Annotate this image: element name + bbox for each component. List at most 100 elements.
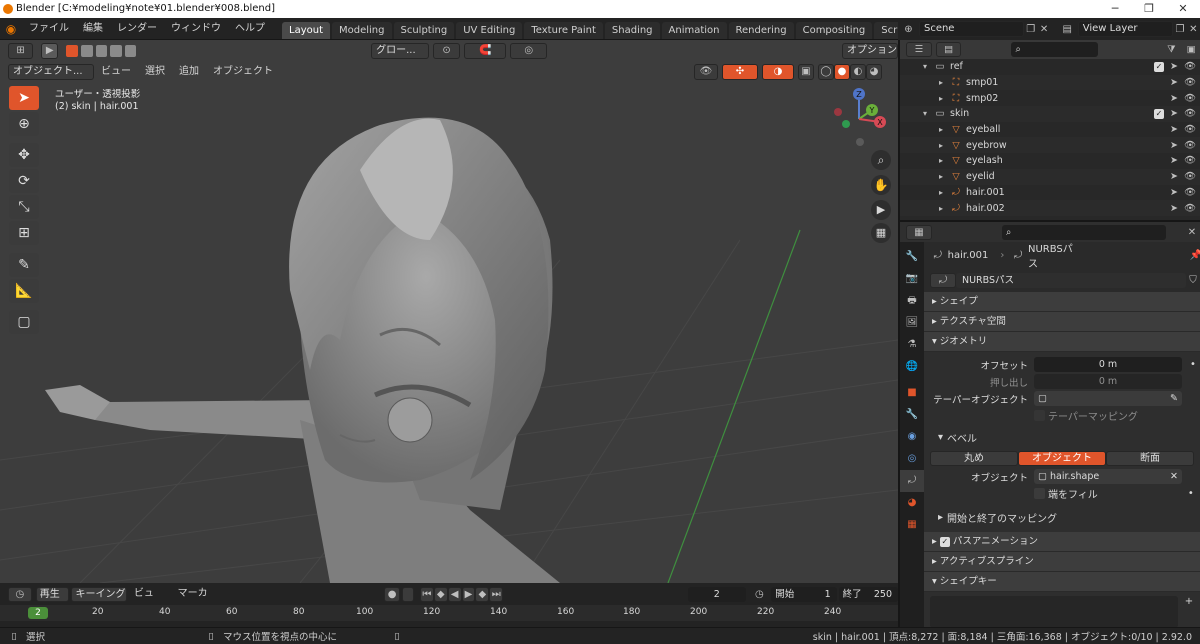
tool-tab-icon[interactable]: 🔧 [900,246,924,268]
outliner-row-eyelid[interactable]: ▸ ▽ eyelid ➤ 👁 [900,168,1200,185]
play-icon[interactable]: ▶ [461,586,476,602]
rotate-tool-icon[interactable]: ⟳ [9,169,39,193]
wireframe-shading-icon[interactable]: ◯ [818,64,834,80]
select-subtract-icon[interactable] [95,45,108,57]
auto-key-icon[interactable] [401,586,414,602]
minimize-button[interactable]: ─ [1098,0,1132,18]
blender-menu-icon[interactable]: ◉ [0,22,22,36]
eye-icon[interactable]: 👁 [1184,77,1196,88]
view-layer-field[interactable]: View Layer [1077,21,1174,37]
options-dropdown[interactable]: オプション [842,43,898,59]
selectable-arrow-icon[interactable]: ➤ [1168,203,1180,214]
selectable-arrow-icon[interactable]: ➤ [1168,77,1180,88]
fake-user-icon[interactable]: ⛉ [1186,275,1200,286]
panel-path-animation[interactable]: ▸ ✓ パスアニメーション [924,532,1200,551]
scene-icon[interactable]: ⊕ [898,24,919,35]
annotate-tool-icon[interactable]: ✎ [9,253,39,277]
menu-render[interactable]: レンダー [110,18,164,40]
fill-caps-checkbox[interactable] [1034,488,1045,499]
offset-field[interactable]: 0 m [1034,357,1182,372]
camera-icon[interactable]: ▶ [871,200,891,220]
view-layer-remove-icon[interactable]: ✕ [1187,24,1200,35]
xray-icon[interactable]: ▣ [798,64,814,80]
view-layer-icon[interactable]: ▤ [1057,24,1078,35]
select-extend-icon[interactable] [80,45,93,57]
eye-icon[interactable]: 👁 [1184,187,1196,198]
eye-icon[interactable]: 👁 [1184,155,1196,166]
jump-end-icon[interactable]: ⏭ [489,586,504,602]
gizmo-icon[interactable]: ✣ [722,64,758,80]
play-reverse-icon[interactable]: ◀ [447,586,462,602]
scene-field[interactable]: Scene [918,21,1025,37]
datablock-name-field[interactable]: NURBSパス [956,272,1186,288]
expand-right-icon[interactable]: ▸ [936,156,946,165]
playback-menu[interactable]: 再生 [35,586,70,602]
selectable-arrow-icon[interactable]: ➤ [1168,155,1180,166]
snap-icon[interactable]: 🧲 [464,43,507,59]
select-intersect-icon[interactable] [124,45,137,57]
outliner-row-skin[interactable]: ▾ ▭ skin ✓ ➤ 👁 [900,106,1200,122]
mode-dropdown[interactable]: オブジェクト... [8,64,94,80]
tab-sculpting[interactable]: Sculpting [393,21,455,39]
scene-tab-icon[interactable]: ⚗ [900,334,924,356]
panel-texture-space[interactable]: ▸ テクスチャ空間 [924,312,1200,331]
expand-down-icon[interactable]: ▾ [920,62,930,71]
timeline-view-menu[interactable]: ビュー [127,583,171,621]
expand-down-icon[interactable]: ▾ [920,109,930,118]
panel-geometry[interactable]: ▾ ジオメトリ [924,332,1200,351]
outliner-row-eyelash[interactable]: ▸ ▽ eyelash ➤ 👁 [900,153,1200,169]
view-layer-tab-icon[interactable]: 🖼 [900,312,924,334]
scene-new-icon[interactable]: ❐ [1024,24,1037,35]
expand-right-icon[interactable]: ▸ [936,78,946,87]
properties-editor-icon[interactable]: ▦ [906,224,932,240]
solid-shading-icon[interactable]: ● [834,64,850,80]
menu-object[interactable]: オブジェクト [206,61,280,83]
clock-icon[interactable]: ◷ [750,589,770,600]
view-layer-new-icon[interactable]: ❐ [1173,24,1186,35]
eyedropper-icon[interactable]: ✎ [1170,391,1178,406]
datablock-browse-icon[interactable]: ⤾ [930,272,956,288]
outliner-search-input[interactable]: ⌕ [1011,42,1099,57]
expand-right-icon[interactable]: ▸ [936,141,946,150]
select-tool-icon[interactable]: ➤ [9,86,39,110]
playhead[interactable]: 2 [28,607,48,619]
tab-layout[interactable]: Layout [282,21,330,39]
keying-menu[interactable]: キーイング [71,586,127,602]
transform-orientation-dropdown[interactable]: グロー... [371,43,430,59]
selectable-arrow-icon[interactable]: ➤ [1168,108,1180,119]
outliner-row-smp02[interactable]: ▸ ⛶ smp02 ➤ 👁 [900,90,1200,106]
tab-compositing[interactable]: Compositing [795,21,873,39]
output-tab-icon[interactable]: 🖶 [900,290,924,312]
clear-icon[interactable]: ✕ [1170,469,1178,484]
panel-shape[interactable]: ▸ シェイプ [924,292,1200,311]
filter-icon[interactable]: ⧩ [1160,44,1182,55]
outliner-row-eyeball[interactable]: ▸ ▽ eyeball ➤ 👁 [900,122,1200,138]
expand-right-icon[interactable]: ▸ [936,125,946,134]
tab-modeling[interactable]: Modeling [332,21,392,39]
modifier-tab-icon[interactable]: 🔧 [900,404,924,426]
selectable-arrow-icon[interactable]: ➤ [1168,171,1180,182]
object-tab-icon[interactable]: ■ [900,382,924,404]
exclude-checkbox[interactable]: ✓ [1154,108,1164,119]
menu-window[interactable]: ウィンドウ [164,18,228,40]
visibility-icon[interactable]: 👁 [694,64,718,80]
exclude-checkbox[interactable]: ✓ [1154,61,1164,72]
tab-texture-paint[interactable]: Texture Paint [524,21,603,39]
menu-file[interactable]: ファイル [22,18,76,40]
end-frame-field[interactable]: 終了 250 [838,586,898,602]
render-tab-icon[interactable]: 📷 [900,268,924,290]
physics-tab-icon[interactable]: ◎ [900,448,924,470]
tab-shading[interactable]: Shading [604,21,660,39]
start-frame-field[interactable]: 開始 1 [771,586,837,602]
timeline-editor-icon[interactable]: ◷ [8,586,32,602]
eye-icon[interactable]: 👁 [1184,108,1196,119]
selectable-arrow-icon[interactable]: ➤ [1168,124,1180,135]
eye-icon[interactable]: 👁 [1184,171,1196,182]
scene-remove-icon[interactable]: ✕ [1037,24,1050,35]
add-shape-key-icon[interactable]: + [1182,596,1196,610]
path-animation-checkbox[interactable]: ✓ [939,537,950,547]
outliner-row-smp01[interactable]: ▸ ⛶ smp01 ➤ 👁 [900,74,1200,91]
marker-menu[interactable]: マーカー [171,583,225,621]
selectable-arrow-icon[interactable]: ➤ [1168,61,1180,72]
taper-object-field[interactable]: ▢ ✎ [1034,391,1182,406]
